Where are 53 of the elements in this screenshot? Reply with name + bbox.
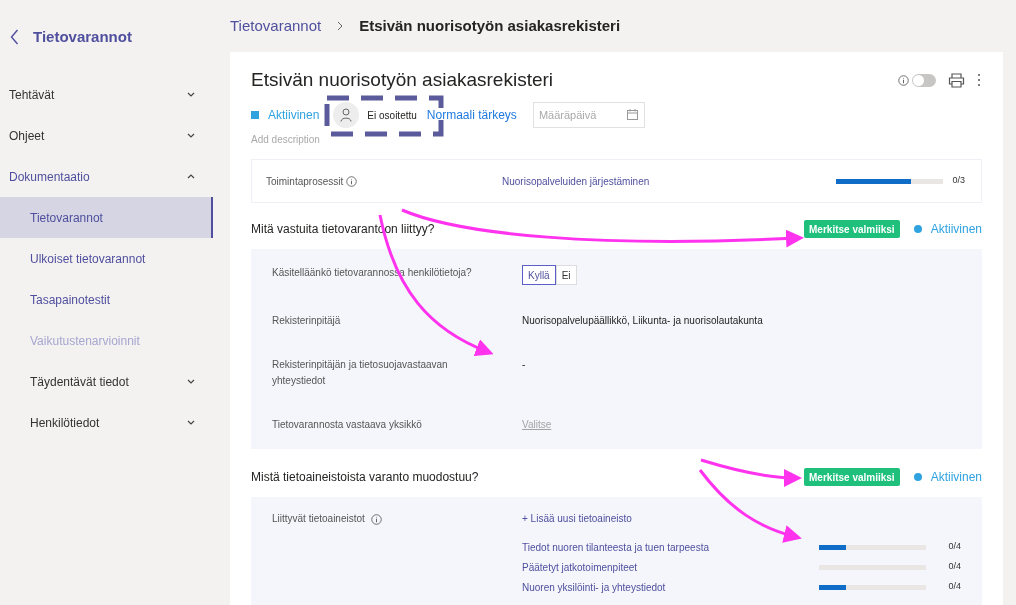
- sidebar-item[interactable]: Henkilötiedot: [0, 402, 213, 443]
- chevron-right-icon: [337, 21, 344, 31]
- description-field[interactable]: Add description: [251, 130, 383, 148]
- record-title: Etsivän nuorisotyön asiakasrekisteri: [251, 67, 554, 92]
- sidebar-item[interactable]: Täydentävät tiedot: [0, 361, 213, 402]
- chevron-down-icon: [187, 92, 195, 97]
- choice-option[interactable]: Kyllä: [522, 265, 556, 285]
- dataset-link[interactable]: Nuoren yksilöinti- ja yhteystiedot: [522, 579, 819, 595]
- person-icon: [340, 108, 353, 122]
- sidebar-title: Tietovarannot: [33, 26, 132, 47]
- toggle-switch[interactable]: [912, 73, 936, 87]
- section-title: Mistä tietoaineistoista varanto muodostuu?: [251, 469, 479, 486]
- add-dataset-link[interactable]: + Lisää uusi tietoaineisto: [522, 511, 961, 527]
- dataset-link[interactable]: Päätetyt jatkotoimenpiteet: [522, 559, 819, 575]
- sidebar-item[interactable]: Tasapainotestit: [0, 279, 213, 320]
- more-options-icon[interactable]: [977, 73, 981, 87]
- print-icon[interactable]: [948, 72, 965, 88]
- field-value: Nuorisopalvelupäällikkö, Liikunta- ja nuorisolautakunta: [522, 314, 763, 328]
- progress-count: 0/4: [947, 580, 961, 594]
- process-link[interactable]: Nuorisopalveluiden järjestäminen: [502, 173, 836, 189]
- status-label: Aktiivinen: [930, 221, 982, 238]
- status-label: Aktiivinen: [268, 107, 320, 124]
- field-label: Liittyvät tietoaineistot: [272, 512, 365, 526]
- back-icon[interactable]: [10, 29, 19, 45]
- status-label: Aktiivinen: [930, 469, 982, 486]
- field-label: Tietovarannosta vastaava yksikkö: [272, 418, 423, 432]
- info-icon: [370, 513, 382, 525]
- sidebar-item[interactable]: Ohjeet: [0, 115, 213, 156]
- chevron-down-icon: [187, 133, 195, 138]
- assignee-button[interactable]: Ei osoitettu: [333, 102, 417, 128]
- chevron-up-icon: [187, 174, 195, 179]
- field-label: Rekisterinpitäjän ja tietosuojavastaavan yhteystiedot: [272, 358, 449, 388]
- due-date-field[interactable]: Määräpäivä: [532, 102, 645, 128]
- calendar-icon: [626, 109, 638, 120]
- sidebar-item[interactable]: Tehtävät: [0, 74, 213, 115]
- breadcrumb-link[interactable]: Tietovarannot: [230, 14, 322, 38]
- info-icon: [898, 74, 909, 86]
- sidebar-item[interactable]: Dokumentaatio: [0, 156, 213, 197]
- field-value: -: [522, 358, 526, 372]
- sidebar-item[interactable]: Tietovarannot: [0, 197, 213, 238]
- chevron-down-icon: [187, 379, 195, 384]
- dataset-link[interactable]: Tiedot nuoren tilanteesta ja tuen tarpeesta: [522, 539, 819, 555]
- breadcrumb-current: Etsivän nuorisotyön asiakasrekisteri: [359, 15, 621, 36]
- field-label: Rekisterinpitäjä: [272, 314, 342, 328]
- field-label: Toimintaprosessit: [266, 174, 344, 189]
- priority-label[interactable]: Normaali tärkeys: [426, 106, 517, 124]
- sidebar-item[interactable]: Ulkoiset tietovarannot: [0, 238, 213, 279]
- info-icon: [346, 175, 358, 187]
- progress-count: 0/4: [947, 560, 961, 574]
- progress-count: 0/3: [951, 174, 965, 188]
- chevron-down-icon: [187, 420, 195, 425]
- progress-count: 0/4: [947, 540, 961, 554]
- choice-option[interactable]: Ei: [555, 265, 577, 285]
